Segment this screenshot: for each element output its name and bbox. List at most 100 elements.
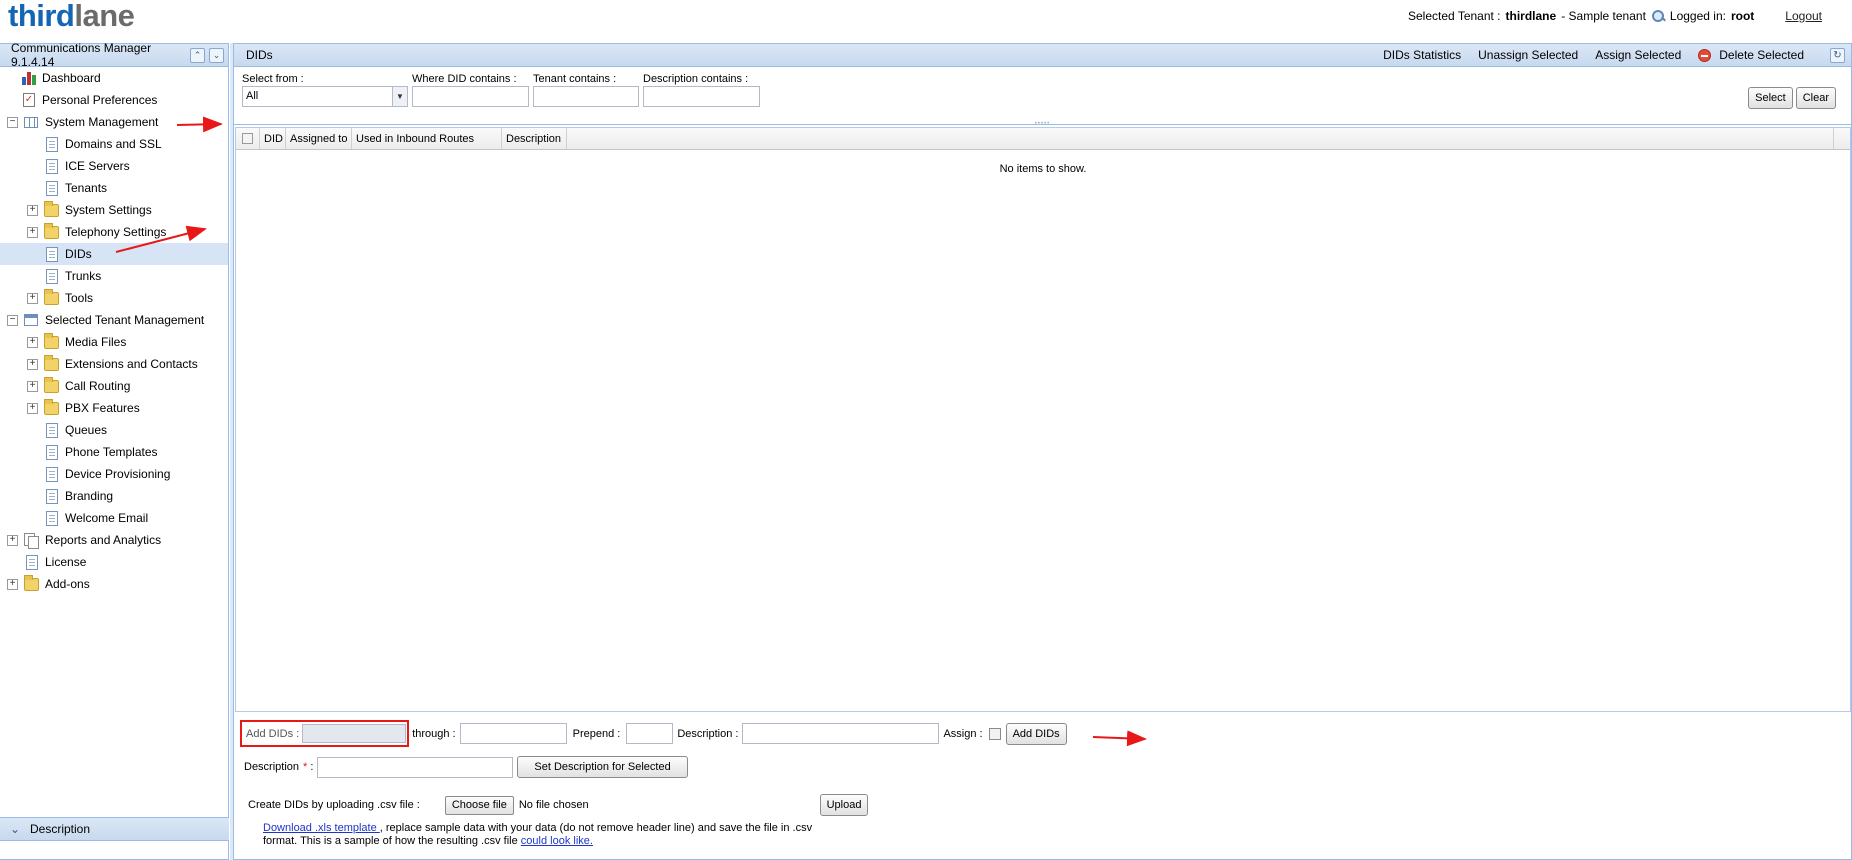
collapse-icon[interactable]: − [7,116,18,128]
tree-item-branding[interactable]: Branding [0,485,228,507]
set-description-input[interactable] [317,756,514,778]
expand-all-icon[interactable]: ⌄ [209,47,224,63]
column-header-assigned-to[interactable]: Assigned to [286,128,352,149]
folder-icon [24,574,39,591]
tree-item-tools[interactable]: + Tools [0,287,228,309]
dids-statistics-button[interactable]: DIDs Statistics [1383,48,1461,62]
collapse-all-icon[interactable]: ⌃ [190,47,205,63]
column-menu-cell[interactable] [1833,128,1850,149]
set-description-button[interactable]: Set Description for Selected [517,756,688,778]
navigation-header: Communications Manager 9.1.4.14 ⌃ ⌄ [0,41,228,69]
expand-icon[interactable]: + [27,292,38,304]
tenant-filter-input[interactable] [533,86,639,107]
dids-header: DIDs DIDs Statistics Unassign Selected A… [234,44,1851,67]
chevron-down-icon[interactable]: ⌄ [0,822,30,836]
page-title: DIDs [246,48,273,62]
collapse-icon[interactable]: − [7,314,18,326]
tree-item-dashboard[interactable]: Dashboard [0,67,228,89]
expand-icon[interactable]: + [27,358,38,370]
tree-item-system-management[interactable]: − System Management [0,111,228,133]
through-input[interactable] [459,723,567,744]
expand-icon[interactable]: + [7,534,18,546]
filter-buttons: Select Clear [1748,87,1836,109]
upload-button[interactable]: Upload [819,794,869,816]
delete-selected-button[interactable]: Delete Selected [1698,48,1804,62]
download-template-link[interactable]: Download .xls template [263,822,380,834]
add-description-input[interactable] [742,723,940,744]
tree-item-media-files[interactable]: + Media Files [0,331,228,353]
tree-item-label: Tools [65,291,94,305]
tree-item-phone-templates[interactable]: Phone Templates [0,441,228,463]
assign-label: Assign : [943,727,983,740]
tree-item-dids[interactable]: DIDs [0,243,228,265]
tree-item-selected-tenant-management[interactable]: − Selected Tenant Management [0,309,228,331]
tree-item-welcome-email[interactable]: Welcome Email [0,507,228,529]
add-dids-input[interactable] [302,724,407,743]
add-dids-button[interactable]: Add DIDs [1005,722,1067,745]
add-description-label: Description : [677,727,739,740]
expand-icon[interactable]: + [27,402,38,414]
select-from-dropdown[interactable]: All ▼ [242,86,408,107]
tree-item-label: Queues [65,423,108,437]
set-description-label: Description [244,761,300,773]
expand-icon[interactable]: + [27,226,38,238]
tree-item-reports-and-analytics[interactable]: + Reports and Analytics [0,529,228,551]
clear-button[interactable]: Clear [1795,87,1836,109]
tree-item-call-routing[interactable]: + Call Routing [0,375,228,397]
tree-item-extensions-and-contacts[interactable]: + Extensions and Contacts [0,353,228,375]
expand-icon[interactable]: + [27,380,38,392]
column-header-description[interactable]: Description [502,128,567,149]
sample-csv-link[interactable]: could look like. [521,835,593,847]
unassign-selected-button[interactable]: Unassign Selected [1478,48,1578,62]
select-button[interactable]: Select [1748,87,1793,109]
assign-checkbox[interactable] [988,727,1001,740]
tree-item-label: Personal Preferences [42,93,158,107]
expand-icon[interactable]: + [7,578,18,590]
tree-item-pbx-features[interactable]: + PBX Features [0,397,228,419]
select-from-label: Select from : [242,73,304,85]
app-version-title: Communications Manager 9.1.4.14 [11,41,152,69]
page-icon [46,444,58,460]
tree-item-trunks[interactable]: Trunks [0,265,228,287]
tenant-filter-group: Tenant contains : [533,73,639,107]
prepend-input[interactable] [626,723,674,744]
tree-item-label: Branding [65,489,114,503]
did-filter-input[interactable] [412,86,529,107]
add-dids-label: Add DIDs : [246,727,300,740]
page-icon [46,510,58,526]
search-icon[interactable] [1651,9,1665,23]
chevron-down-icon[interactable]: ▼ [392,87,407,106]
tree-item-license[interactable]: License [0,551,228,573]
tree-item-device-provisioning[interactable]: Device Provisioning [0,463,228,485]
column-header-inbound-routes[interactable]: Used in Inbound Routes [352,128,502,149]
assign-selected-button[interactable]: Assign Selected [1595,48,1681,62]
tree-item-tenants[interactable]: Tenants [0,177,228,199]
tree-item-queues[interactable]: Queues [0,419,228,441]
select-all-checkbox-cell[interactable] [236,128,260,149]
select-all-checkbox[interactable] [242,133,253,144]
tree-item-domains-and-ssl[interactable]: Domains and SSL [0,133,228,155]
folder-icon [44,376,59,393]
tree-item-system-settings[interactable]: + System Settings [0,199,228,221]
tree-item-label: Device Provisioning [65,467,171,481]
column-header-did[interactable]: DID [260,128,286,149]
tree-item-telephony-settings[interactable]: + Telephony Settings [0,221,228,243]
tree-item-ice-servers[interactable]: ICE Servers [0,155,228,177]
folder-icon [44,398,59,415]
add-dids-row: Add DIDs : through : Prepend : Descripti… [240,720,1067,747]
prepend-label: Prepend : [572,727,621,740]
choose-file-button[interactable]: Choose file [444,795,514,815]
page-icon [46,246,58,262]
tenant-name: thirdlane [1505,9,1557,23]
logout-link[interactable]: Logout [1785,9,1822,23]
refresh-icon[interactable]: ↻ [1830,47,1845,63]
description-panel-header[interactable]: ⌄ Description [0,817,229,841]
expand-icon[interactable]: + [27,204,38,216]
folder-icon [44,200,59,217]
tree-item-label: System Management [45,115,159,129]
description-filter-input[interactable] [643,86,760,107]
tree-item-personal-preferences[interactable]: ✓ Personal Preferences [0,89,228,111]
through-label: through : [412,727,456,740]
tree-item-add-ons[interactable]: + Add-ons [0,573,228,595]
expand-icon[interactable]: + [27,336,38,348]
